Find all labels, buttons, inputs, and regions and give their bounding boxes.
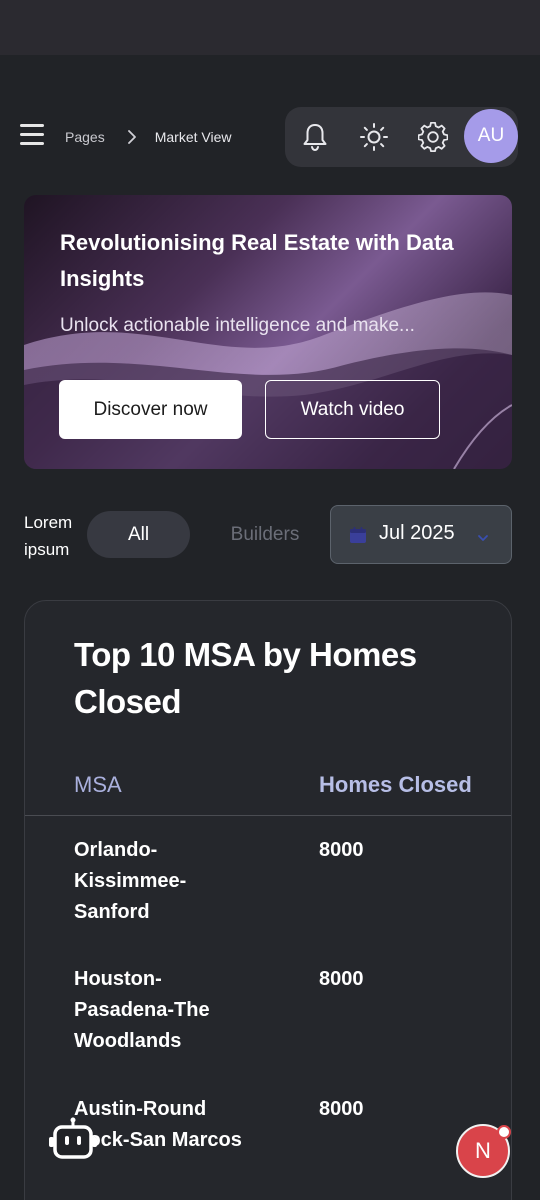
notification-dot: [497, 1125, 511, 1139]
msa-cell: Houston-Pasadena-The Woodlands: [74, 968, 210, 1052]
homes-closed-cell: 8000: [319, 1098, 364, 1120]
column-header-homes-closed[interactable]: Homes Closed: [319, 772, 472, 798]
breadcrumb-current: Market View: [154, 129, 232, 145]
bell-icon[interactable]: [299, 121, 331, 153]
discover-now-button[interactable]: Discover now: [59, 380, 242, 439]
column-header-msa: MSA: [74, 772, 122, 797]
status-bar: [0, 0, 540, 55]
sun-icon[interactable]: [358, 121, 390, 153]
chatbot-robot-icon[interactable]: [28, 1095, 118, 1185]
hero-title: Revolutionising Real Estate with Data In…: [60, 230, 454, 291]
filter-label: Lorem ipsum: [24, 513, 73, 559]
tab-all[interactable]: All: [87, 511, 190, 558]
top-header: Pages Market View AU: [0, 106, 540, 168]
date-dropdown[interactable]: Jul 2025: [330, 505, 512, 564]
breadcrumb: Pages Market View: [65, 126, 231, 148]
homes-closed-cell: 8000: [319, 839, 364, 861]
hamburger-menu-icon[interactable]: [20, 124, 46, 148]
watch-video-button[interactable]: Watch video: [265, 380, 440, 439]
calendar-icon: [349, 526, 367, 549]
tab-builders[interactable]: Builders: [215, 511, 315, 558]
card-title: Top 10 MSA by Homes Closed: [74, 636, 417, 720]
chevron-right-icon: [127, 130, 137, 144]
hero-subtitle: Unlock actionable intelligence and make.…: [60, 315, 415, 336]
header-actions: AU: [285, 107, 518, 167]
chevron-down-icon: [477, 529, 489, 547]
gear-icon[interactable]: [417, 121, 449, 153]
homes-closed-cell: 8000: [319, 968, 364, 990]
user-avatar[interactable]: AU: [464, 109, 518, 163]
hero-banner: Revolutionising Real Estate with Data In…: [24, 195, 512, 469]
date-value: Jul 2025: [379, 522, 455, 544]
table-divider: [25, 815, 511, 816]
msa-cell: Orlando-Kissimmee-Sanford: [74, 839, 187, 923]
breadcrumb-root[interactable]: Pages: [65, 129, 105, 145]
